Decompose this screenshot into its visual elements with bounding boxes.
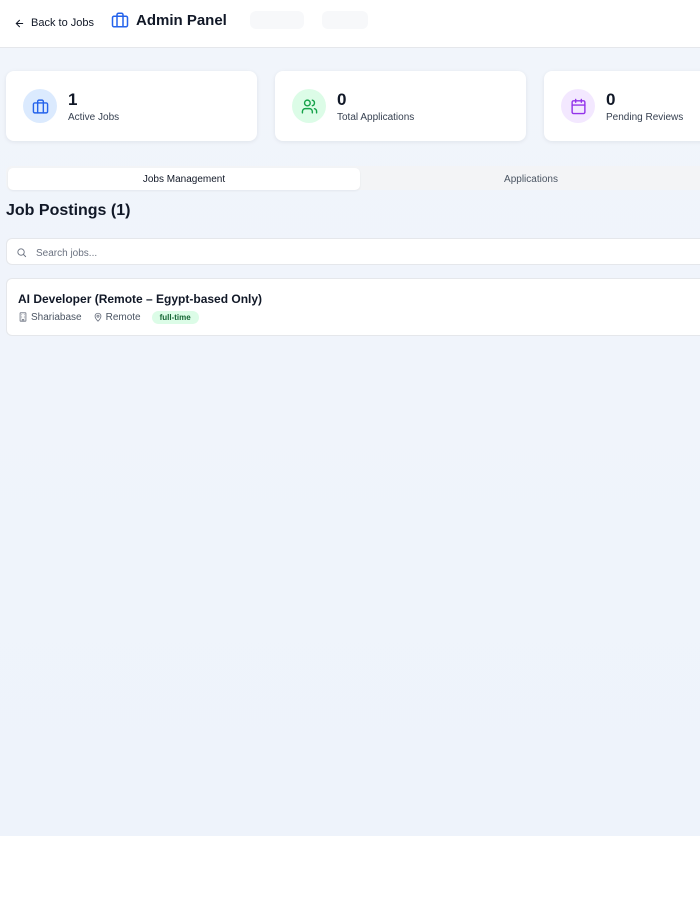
- search-input[interactable]: [34, 242, 638, 264]
- stat-label: Total Applications: [337, 112, 415, 123]
- page-title: Admin Panel: [136, 11, 227, 29]
- building-icon: [19, 312, 27, 322]
- job-card[interactable]: AI Developer (Remote – Egypt-based Only)…: [6, 278, 700, 336]
- job-location-label: Remote: [105, 311, 141, 323]
- stat-label: Pending Reviews: [606, 112, 684, 123]
- tab-list: Jobs Management Applications: [6, 166, 700, 190]
- header-placeholder-block: [322, 11, 368, 29]
- tab-applications[interactable]: Applications: [362, 168, 700, 190]
- stat-card-total-applications: 0 Total Applications: [275, 71, 526, 141]
- brand: Admin Panel: [111, 11, 227, 29]
- briefcase-icon: [32, 98, 48, 114]
- stat-card-active-jobs: 1 Active Jobs: [6, 71, 257, 141]
- calendar-icon: [570, 98, 586, 114]
- top-header: Back to Jobs Admin Panel: [0, 0, 700, 48]
- stat-value: 0: [337, 90, 347, 109]
- stat-card-pending-reviews: 0 Pending Reviews: [544, 71, 700, 141]
- job-type-badge: full-time: [151, 310, 199, 324]
- job-company: Shariabase: [18, 312, 82, 323]
- back-to-jobs-label: Back to Jobs: [31, 17, 94, 29]
- arrow-left-icon: [15, 19, 24, 27]
- section-title: Job Postings (1): [6, 202, 131, 219]
- header-placeholder-block: [250, 11, 304, 29]
- map-pin-icon: [94, 312, 101, 322]
- stat-label: Active Jobs: [68, 112, 120, 123]
- back-to-jobs-button[interactable]: Back to Jobs: [14, 14, 94, 32]
- briefcase-icon: [111, 12, 129, 28]
- stat-value: 0: [606, 90, 616, 109]
- search-box: [6, 238, 700, 265]
- stat-icon-circle: [292, 89, 326, 123]
- job-meta: Shariabase Remote full-time: [18, 310, 199, 324]
- search-icon: [17, 248, 27, 258]
- stat-value: 1: [68, 90, 78, 109]
- job-location: Remote: [93, 312, 141, 323]
- stat-icon-circle: [23, 89, 57, 123]
- tab-jobs-management[interactable]: Jobs Management: [8, 168, 360, 190]
- job-title: AI Developer (Remote – Egypt-based Only): [18, 292, 263, 306]
- stat-icon-circle: [561, 89, 595, 123]
- job-company-label: Shariabase: [31, 311, 82, 323]
- users-icon: [301, 98, 317, 114]
